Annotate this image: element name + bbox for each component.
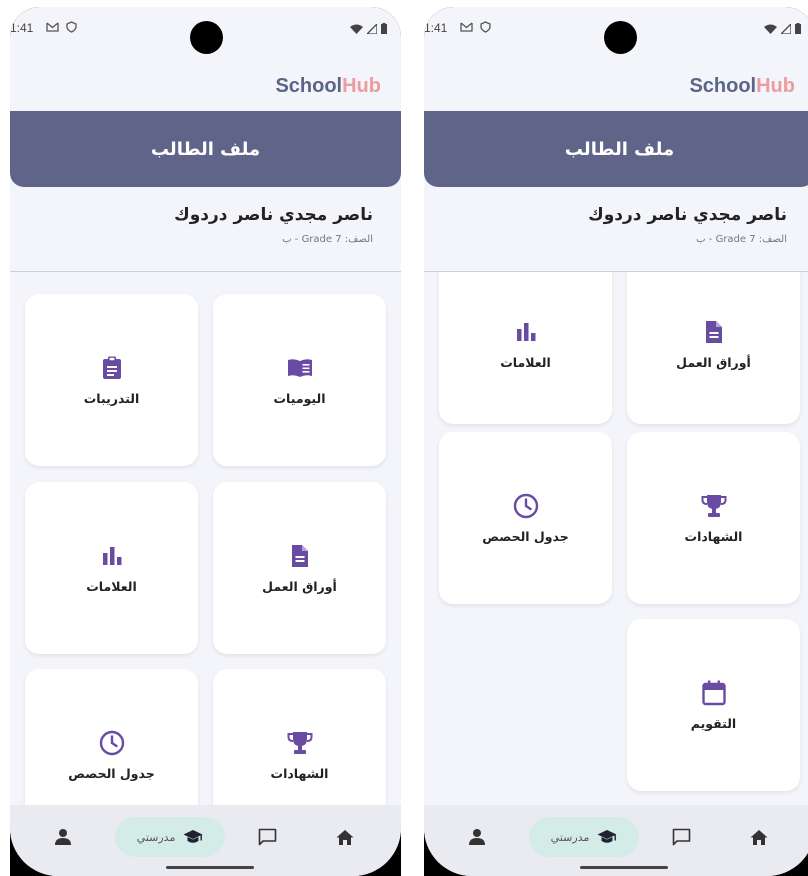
calendar-icon — [701, 680, 727, 706]
wifi-icon — [350, 24, 363, 34]
app-logo: SchoolHub — [689, 75, 795, 97]
document-icon — [287, 543, 313, 569]
signal-icon — [367, 23, 377, 34]
shield-icon — [66, 21, 77, 33]
battery-icon — [381, 23, 387, 34]
screen: 1:41 SchoolHub ملف الطالب ناصر مجدي ناصر… — [424, 7, 808, 876]
status-bar: 1:41 — [424, 7, 808, 59]
book-icon — [287, 355, 313, 381]
document-icon — [701, 319, 727, 345]
phone-right: 1:41 SchoolHub ملف الطالب ناصر مجدي ناصر… — [424, 7, 808, 876]
camera-cutout — [190, 21, 223, 54]
nav-profile[interactable] — [468, 823, 486, 851]
phone-left: 1:41 SchoolHub ملف الطالب ناصر مجدي ناصر… — [10, 7, 401, 876]
signal-icon — [781, 23, 791, 34]
trophy-icon — [287, 730, 313, 756]
wifi-icon — [764, 24, 777, 34]
clock-icon — [513, 493, 539, 519]
screen: 1:41 SchoolHub ملف الطالب ناصر مجدي ناصر… — [10, 7, 401, 876]
tile-label: العلامات — [500, 354, 551, 370]
home-icon — [336, 829, 354, 845]
clipboard-icon — [99, 355, 125, 381]
nav-my-school[interactable]: مدرستي — [115, 817, 225, 857]
student-grade: الصف: Grade 7 - ب — [696, 234, 787, 245]
gmail-icon — [46, 22, 59, 32]
student-name: ناصر مجدي ناصر دردوك — [588, 205, 787, 225]
clock-icon — [99, 730, 125, 756]
trophy-icon — [701, 493, 727, 519]
camera-cutout — [604, 21, 637, 54]
tile-label: جدول الحصص — [68, 765, 155, 781]
graduation-cap-icon — [183, 830, 203, 843]
tile-schedule[interactable]: جدول الحصص — [25, 669, 198, 806]
page-header: ملف الطالب — [424, 111, 808, 187]
status-bar: 1:41 — [10, 7, 401, 59]
tile-exercises[interactable]: التدريبات — [25, 294, 198, 466]
tile-worksheets[interactable]: أوراق العمل — [213, 482, 386, 654]
battery-icon — [795, 23, 801, 34]
tile-label: الشهادات — [270, 765, 329, 781]
tile-certificates[interactable]: الشهادات — [627, 432, 800, 604]
page-title: ملف الطالب — [564, 138, 675, 160]
chat-icon — [258, 828, 277, 846]
student-grade: الصف: Grade 7 - ب — [282, 234, 373, 245]
person-icon — [55, 829, 71, 845]
nav-my-school[interactable]: مدرستي — [529, 817, 639, 857]
tile-label: أوراق العمل — [262, 578, 337, 594]
tile-worksheets[interactable]: أوراق العمل — [627, 272, 800, 424]
gmail-icon — [460, 22, 473, 32]
nav-messages[interactable] — [672, 823, 691, 851]
status-time: 1:41 — [424, 21, 448, 35]
tile-calendar[interactable]: التقويم — [627, 619, 800, 791]
bar-chart-icon — [513, 319, 539, 345]
nav-home[interactable] — [750, 823, 768, 851]
gesture-bar — [580, 866, 668, 869]
tile-label: الشهادات — [684, 528, 743, 544]
menu-grid[interactable]: التدريبات اليوميات العلامات أوراق العمل — [10, 272, 401, 806]
nav-profile[interactable] — [54, 823, 72, 851]
graduation-cap-icon — [597, 830, 617, 843]
nav-my-school-label: مدرستي — [136, 830, 176, 844]
menu-grid[interactable]: العلامات أوراق العمل جدول الحصص الشهادات — [424, 272, 808, 806]
shield-icon — [480, 21, 491, 33]
nav-my-school-label: مدرستي — [550, 830, 590, 844]
nav-home[interactable] — [336, 823, 354, 851]
nav-messages[interactable] — [258, 823, 277, 851]
bar-chart-icon — [99, 543, 125, 569]
status-time: 1:41 — [10, 21, 34, 35]
tile-marks[interactable]: العلامات — [439, 272, 612, 424]
person-icon — [469, 829, 485, 845]
gesture-bar — [166, 866, 254, 869]
app-logo: SchoolHub — [275, 75, 381, 97]
tile-label: العلامات — [86, 578, 137, 594]
tile-diaries[interactable]: اليوميات — [213, 294, 386, 466]
tile-schedule[interactable]: جدول الحصص — [439, 432, 612, 604]
student-name: ناصر مجدي ناصر دردوك — [174, 205, 373, 225]
bottom-navigation: مدرستي — [424, 805, 808, 876]
tile-marks[interactable]: العلامات — [25, 482, 198, 654]
chat-icon — [672, 828, 691, 846]
tile-label: أوراق العمل — [676, 354, 751, 370]
tile-label: التقويم — [690, 715, 737, 731]
tile-label: التدريبات — [83, 390, 140, 406]
home-icon — [750, 829, 768, 845]
bottom-navigation: مدرستي — [10, 805, 401, 876]
page-title: ملف الطالب — [150, 138, 261, 160]
tile-label: جدول الحصص — [482, 528, 569, 544]
tile-label: اليوميات — [273, 390, 326, 406]
tile-certificates[interactable]: الشهادات — [213, 669, 386, 806]
page-header: ملف الطالب — [10, 111, 401, 187]
